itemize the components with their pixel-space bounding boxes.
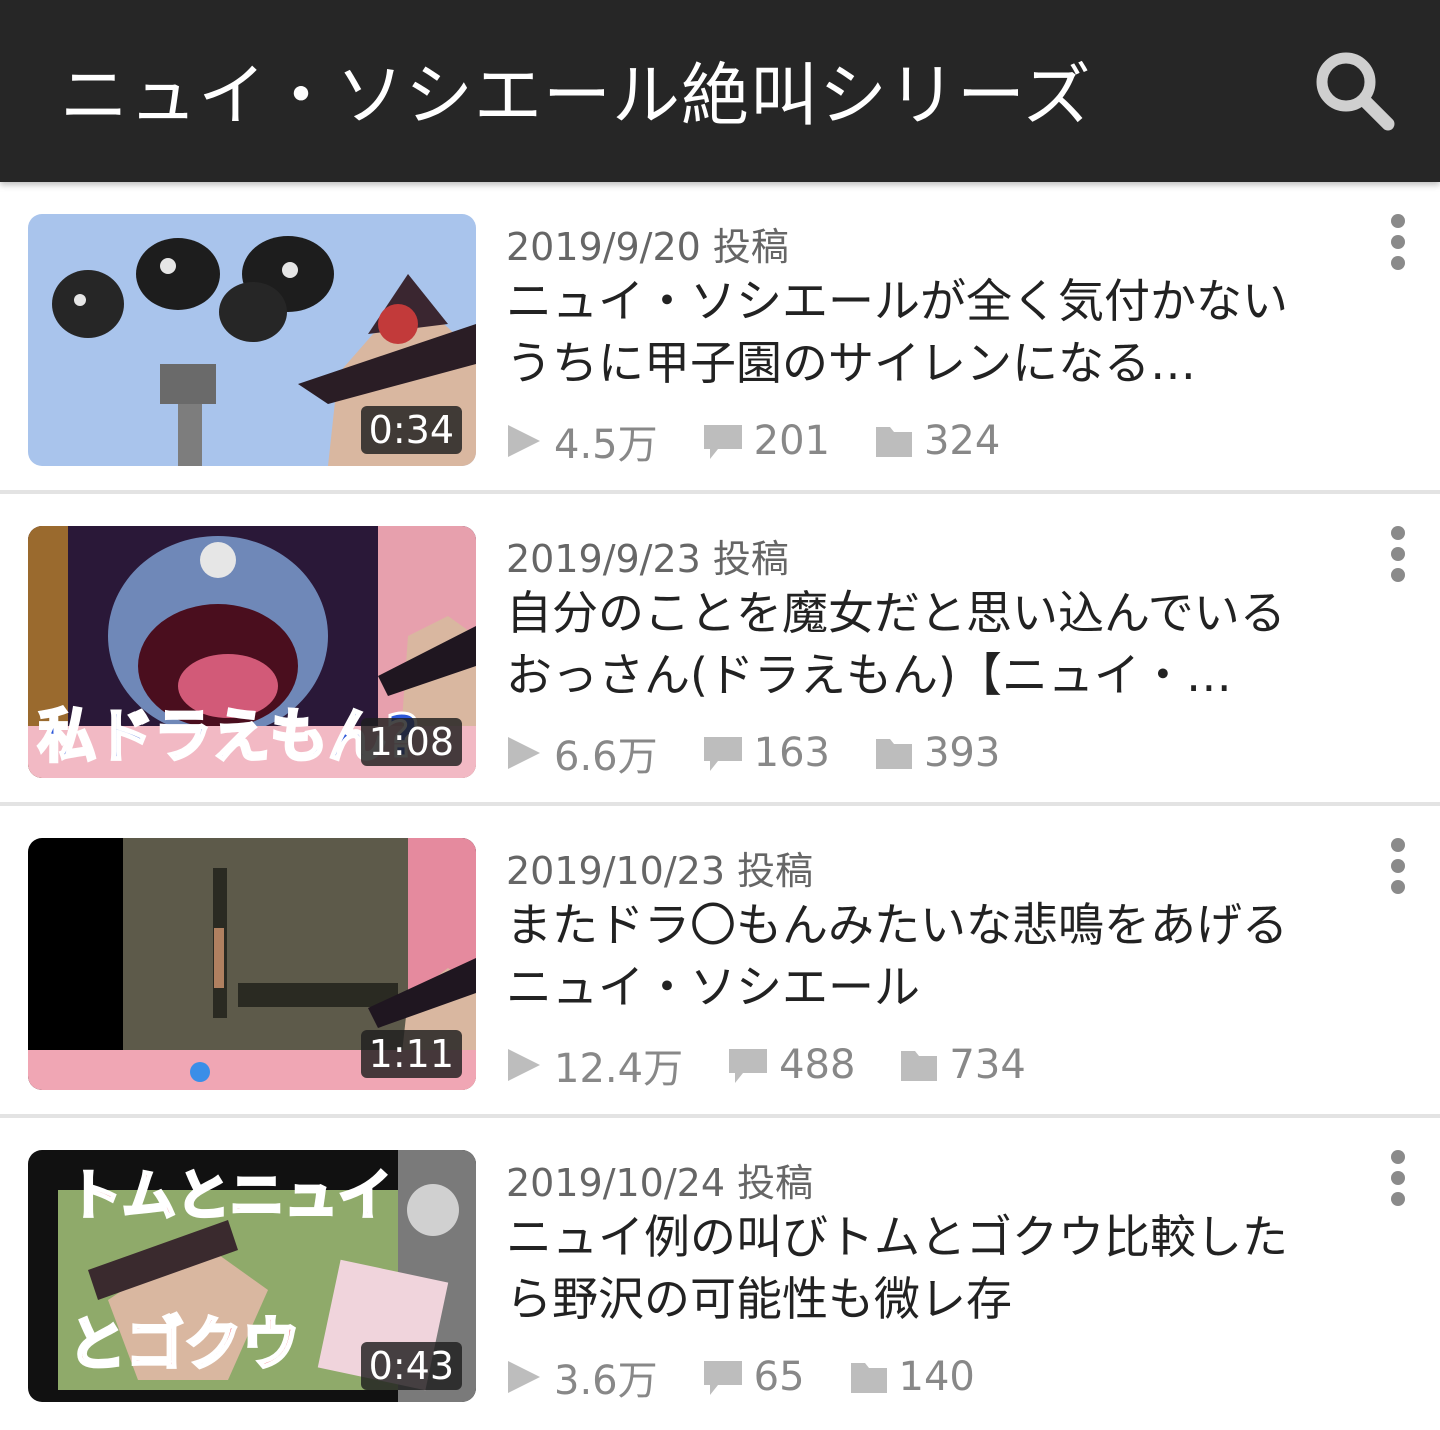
comment-count: 201 (702, 418, 830, 464)
mylist-count: 324 (874, 418, 1000, 464)
video-item[interactable]: 1:11 2019/10/23 投稿 またドラ〇もんみたいな悲鳴をあげるニュイ・… (0, 806, 1440, 1118)
play-icon (508, 737, 540, 769)
comment-icon (703, 737, 742, 771)
view-count: 3.6万 (504, 1348, 658, 1406)
page-title: ニュイ・ソシエール絶叫シリーズ (60, 57, 1092, 136)
app-header: ニュイ・ソシエール絶叫シリーズ (0, 0, 1440, 182)
more-options-icon[interactable] (1380, 212, 1416, 272)
video-date: 2019/9/23 投稿 (506, 537, 789, 581)
comment-count: 163 (702, 730, 830, 776)
view-count: 4.5万 (504, 412, 658, 470)
play-icon (508, 1049, 540, 1081)
mylist-count-value: 393 (923, 730, 1001, 776)
video-stats: 12.4万 488 734 (504, 1040, 1070, 1092)
view-count-value: 3.6万 (554, 1358, 658, 1404)
video-title[interactable]: ニュイ例の叫びトムとゴクウ比較したら野沢の可能性も微レ存 (506, 1206, 1306, 1330)
more-options-icon[interactable] (1380, 836, 1416, 896)
video-stats: 3.6万 65 140 (504, 1352, 1019, 1404)
folder-icon (901, 1051, 938, 1081)
video-item[interactable]: トムとニュイ とゴクウ 0:43 2019/10/24 投稿 ニュイ例の叫びトム… (0, 1118, 1440, 1430)
video-date: 2019/10/24 投稿 (506, 1161, 814, 1205)
comment-count: 488 (727, 1042, 855, 1088)
search-icon[interactable] (1312, 48, 1396, 132)
folder-icon (850, 1363, 887, 1393)
view-count: 6.6万 (504, 724, 658, 782)
video-stats: 4.5万 201 324 (504, 416, 1044, 468)
view-count-value: 12.4万 (554, 1046, 684, 1092)
video-date: 2019/10/23 投稿 (506, 849, 814, 893)
comment-icon (703, 1361, 742, 1395)
mylist-count-value: 734 (949, 1042, 1026, 1088)
video-duration: 1:11 (360, 1030, 462, 1078)
video-thumbnail[interactable]: トムとニュイ とゴクウ 0:43 (28, 1150, 476, 1402)
play-icon (508, 1361, 540, 1393)
video-duration: 0:43 (360, 1342, 462, 1390)
more-options-icon[interactable] (1380, 1148, 1416, 1208)
video-stats: 6.6万 163 393 (504, 728, 1044, 780)
thumbnail-caption-top: トムとニュイ (68, 1164, 392, 1227)
comment-icon (729, 1049, 768, 1083)
video-item[interactable]: 私ドラえもん? 1:08 2019/9/23 投稿 自分のことを魔女だと思い込ん… (0, 494, 1440, 806)
comment-count-value: 65 (753, 1354, 805, 1400)
video-thumbnail[interactable]: 私ドラえもん? 1:08 (28, 526, 476, 778)
video-date: 2019/9/20 投稿 (506, 225, 789, 269)
comment-icon (703, 425, 742, 459)
video-title[interactable]: 自分のことを魔女だと思い込んでいるおっさん(ドラえもん)【ニュイ・… (506, 582, 1306, 706)
comment-count: 65 (702, 1354, 805, 1400)
comment-count-value: 163 (753, 730, 830, 776)
mylist-count-value: 140 (898, 1354, 975, 1400)
video-item[interactable]: 0:34 2019/9/20 投稿 ニュイ・ソシエールが全く気付かないうちに甲子… (0, 182, 1440, 494)
folder-icon (875, 739, 912, 769)
more-options-icon[interactable] (1380, 524, 1416, 584)
video-title[interactable]: またドラ〇もんみたいな悲鳴をあげるニュイ・ソシエール (506, 894, 1306, 1018)
comment-count-value: 488 (779, 1042, 856, 1088)
view-count-value: 4.5万 (554, 422, 658, 468)
play-icon (508, 425, 540, 457)
video-duration: 0:34 (360, 406, 462, 454)
comment-count-value: 201 (753, 418, 830, 464)
thumbnail-caption-bottom: とゴクウ (68, 1310, 300, 1378)
mylist-count: 140 (849, 1354, 975, 1400)
video-thumbnail[interactable]: 1:11 (28, 838, 476, 1090)
mylist-count: 734 (899, 1042, 1026, 1088)
video-list: 0:34 2019/9/20 投稿 ニュイ・ソシエールが全く気付かないうちに甲子… (0, 182, 1440, 1430)
mylist-count-value: 324 (923, 418, 1001, 464)
mylist-count: 393 (874, 730, 1000, 776)
video-title[interactable]: ニュイ・ソシエールが全く気付かないうちに甲子園のサイレンになる… (506, 270, 1306, 394)
video-thumbnail[interactable]: 0:34 (28, 214, 476, 466)
video-duration: 1:08 (360, 718, 462, 766)
view-count-value: 6.6万 (554, 734, 658, 780)
folder-icon (875, 427, 912, 457)
view-count: 12.4万 (504, 1036, 683, 1094)
